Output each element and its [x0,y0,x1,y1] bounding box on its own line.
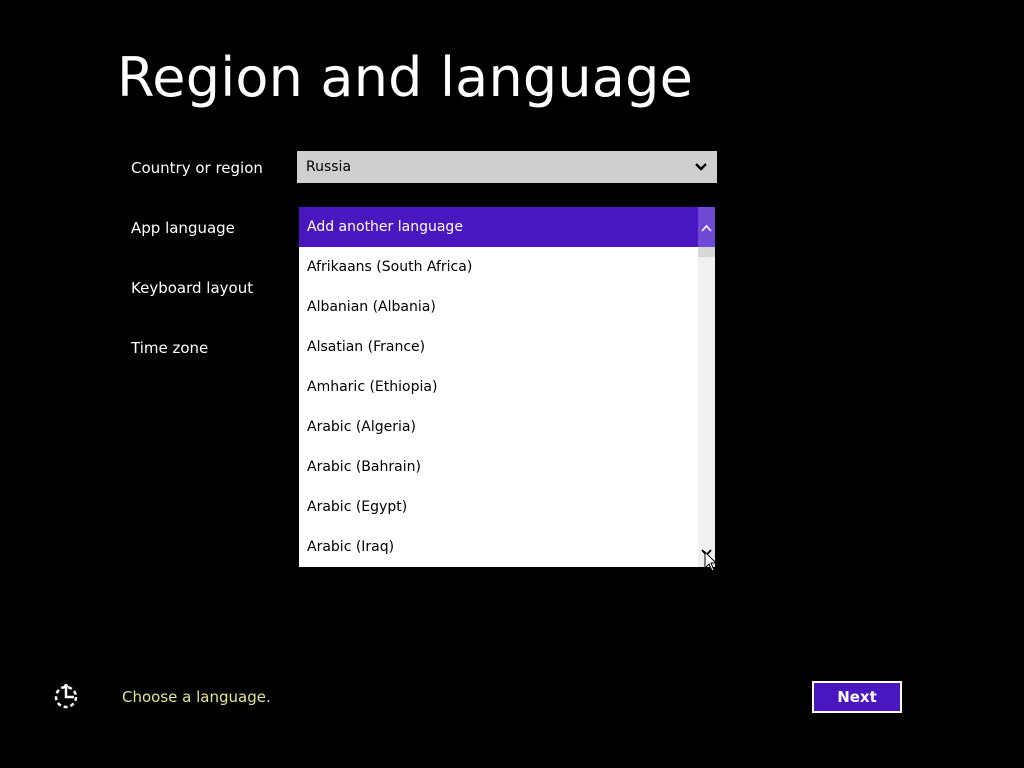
chevron-up-icon [701,224,712,232]
scroll-up-button[interactable] [698,207,715,247]
scroll-thumb[interactable] [698,247,715,257]
ease-of-access-icon[interactable] [52,683,80,711]
country-or-region-label: Country or region [131,159,263,177]
app-language-label: App language [131,219,235,237]
keyboard-layout-label: Keyboard layout [131,279,254,297]
add-another-language-option[interactable]: Add another language [299,207,698,247]
language-option[interactable]: Arabic (Iraq) [299,527,698,567]
chevron-down-icon [695,163,707,171]
time-zone-label: Time zone [131,339,209,357]
country-or-region-select[interactable]: Russia [297,151,717,183]
country-select-value: Russia [306,159,352,175]
app-language-dropdown[interactable]: Add another language Afrikaans (South Afr… [299,207,715,567]
language-option[interactable]: Afrikaans (South Africa) [299,247,698,287]
language-option[interactable]: Arabic (Bahrain) [299,447,698,487]
language-option[interactable]: Albanian (Albania) [299,287,698,327]
status-text: Choose a language. [122,688,271,706]
language-option[interactable]: Alsatian (France) [299,327,698,367]
page-title: Region and language [117,46,693,109]
language-option[interactable]: Arabic (Egypt) [299,487,698,527]
dropdown-scrollbar[interactable] [698,207,715,567]
language-option[interactable]: Amharic (Ethiopia) [299,367,698,407]
next-button[interactable]: Next [812,681,902,713]
language-list: Add another language Afrikaans (South Afr… [299,207,698,567]
language-option[interactable]: Arabic (Algeria) [299,407,698,447]
setup-page: Region and language Country or region Ap… [0,0,1024,768]
mouse-cursor-icon [704,551,718,572]
